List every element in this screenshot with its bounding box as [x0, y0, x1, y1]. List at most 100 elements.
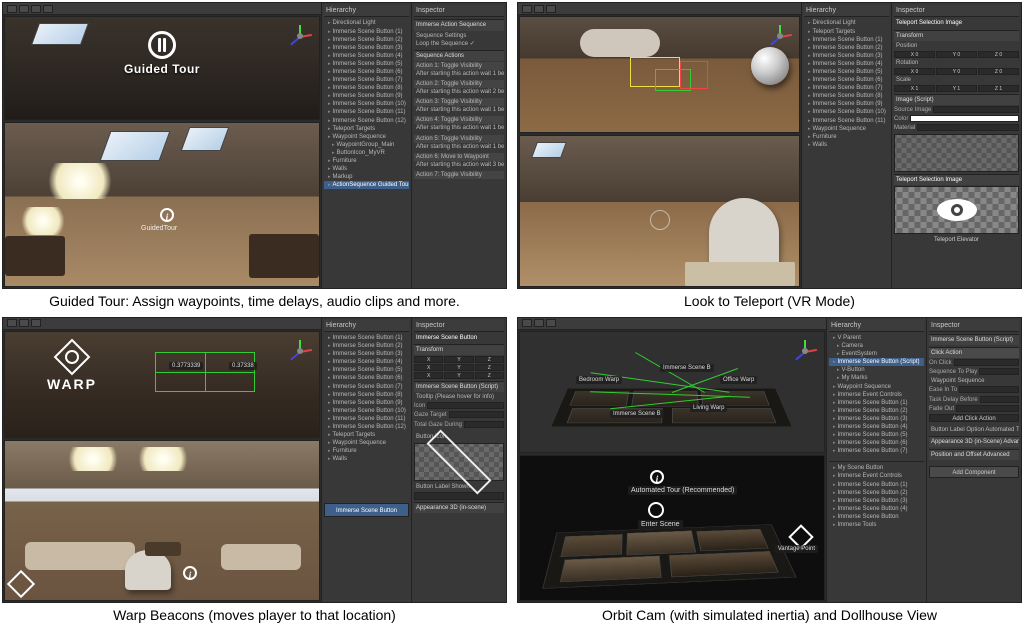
hierarchy-item[interactable]: V Parent	[829, 334, 924, 342]
hierarchy-item[interactable]: Waypoint Sequence	[324, 439, 409, 447]
hierarchy-item[interactable]: Immerse Scene Button (12)	[324, 117, 409, 125]
insp-field[interactable]: Loop the Sequence ✓	[414, 40, 504, 48]
object-name[interactable]: Immerse Scene Button	[414, 334, 504, 342]
hierarchy-item[interactable]: Immerse Scene Button (4)	[829, 505, 924, 513]
hierarchy-item[interactable]: Immerse Scene Button (2)	[829, 489, 924, 497]
tool-button[interactable]	[43, 5, 53, 13]
scene-toolbar[interactable]	[3, 3, 321, 15]
hierarchy-item[interactable]: Immerse Scene Button (8)	[804, 92, 889, 100]
hierarchy-item[interactable]: Immerse Scene Button (2)	[829, 407, 924, 415]
hierarchy-item[interactable]: Immerse Scene Button (8)	[324, 391, 409, 399]
view-gizmo[interactable]	[285, 336, 315, 366]
tool-button[interactable]	[534, 5, 544, 13]
hierarchy-item[interactable]: WaypointGroup_Main	[324, 141, 409, 149]
hierarchy-item[interactable]: Immerse Scene Button (6)	[324, 374, 409, 382]
hierarchy-item[interactable]: Immerse Scene Button (9)	[324, 92, 409, 100]
dropdown[interactable]	[954, 359, 1019, 366]
hierarchy-item[interactable]: Immerse Scene Button (1)	[324, 334, 409, 342]
hierarchy-item[interactable]: Immerse Scene Button (4)	[804, 60, 889, 68]
inspector-panel[interactable]: Inspector Immerse Scene Button (Script) …	[926, 318, 1021, 603]
hierarchy-item[interactable]: Immerse Event Controls	[829, 472, 924, 480]
vec3-input[interactable]: XYZ	[414, 356, 504, 363]
checkbox[interactable]	[956, 405, 1019, 412]
hierarchy-item[interactable]: Immerse Scene Button (1)	[804, 36, 889, 44]
hierarchy-item[interactable]: Immerse Scene Button (6)	[324, 68, 409, 76]
hierarchy-item[interactable]: Immerse Scene Button (2)	[324, 36, 409, 44]
scene-view[interactable]: Guided Tour	[4, 16, 320, 120]
object-slot[interactable]	[427, 402, 504, 409]
hierarchy-item[interactable]: Immerse Scene Button (11)	[324, 108, 409, 116]
hierarchy-item[interactable]: Immerse Scene Button (10)	[324, 407, 409, 415]
hierarchy-item[interactable]: Immerse Scene Button (5)	[829, 431, 924, 439]
hierarchy-item[interactable]: Walls	[324, 455, 409, 463]
hierarchy-item[interactable]: Directional Light	[324, 19, 409, 27]
hierarchy-item[interactable]: Directional Light	[804, 19, 889, 27]
action-row[interactable]: Action 7: Toggle Visibility	[414, 171, 504, 179]
image-script-header[interactable]: Image (Script)	[894, 94, 1019, 105]
game-view[interactable]	[519, 135, 800, 287]
hierarchy-item[interactable]: Immerse Scene Button (10)	[324, 100, 409, 108]
hierarchy-item[interactable]: Waypoint Sequence	[829, 383, 924, 391]
script-header[interactable]: Immerse Scene Button (Script)	[929, 334, 1019, 345]
hierarchy-panel[interactable]: Hierarchy V Parent Camera EventSystem Im…	[826, 318, 926, 603]
action-row[interactable]: Action 4: Toggle Visibility	[414, 116, 504, 124]
vec3-input[interactable]: X 0Y 0Z 0	[894, 51, 1019, 58]
tool-button[interactable]	[546, 5, 556, 13]
vec3-input[interactable]: X 1Y 1Z 1	[894, 85, 1019, 92]
appearance-header[interactable]: Appearance 3D (in-scene)	[414, 502, 504, 513]
object-slot[interactable]	[979, 368, 1019, 375]
hierarchy-panel[interactable]: Hierarchy Immerse Scene Button (1) Immer…	[321, 318, 411, 603]
tool-button[interactable]	[522, 319, 532, 327]
position-header[interactable]: Position and Offset Advanced	[929, 449, 1019, 460]
hierarchy-item[interactable]: Immerse Scene Button (6)	[829, 439, 924, 447]
scene-toolbar[interactable]	[3, 318, 321, 330]
hierarchy-item[interactable]: Immerse Scene Button (5)	[324, 60, 409, 68]
hierarchy-item[interactable]: Walls	[804, 141, 889, 149]
hierarchy-item[interactable]: Furniture	[324, 157, 409, 165]
game-view[interactable]: i Automated Tour (Recommended) Enter Sce…	[519, 455, 825, 601]
view-gizmo[interactable]	[285, 21, 315, 51]
add-action-button[interactable]: Add Click Action	[929, 414, 1019, 422]
tool-button[interactable]	[19, 319, 29, 327]
orbit-menu-item[interactable]: Enter Scene	[638, 520, 683, 529]
tool-button[interactable]	[7, 5, 17, 13]
orbit-menu-item[interactable]: Automated Tour (Recommended)	[628, 486, 737, 495]
hierarchy-item[interactable]: ButtonIcon_MyVR	[324, 149, 409, 157]
object-name[interactable]: Teleport Selection Image	[894, 19, 1019, 27]
hierarchy-item[interactable]: Immerse Scene Button (8)	[324, 84, 409, 92]
hierarchy-item[interactable]: Immerse Scene Button (3)	[829, 415, 924, 423]
hierarchy-item[interactable]: Immerse Scene Button (12)	[324, 423, 409, 431]
hierarchy-item[interactable]: Immerse Scene Button (6)	[804, 76, 889, 84]
click-action-header[interactable]: Click Action	[929, 347, 1019, 358]
tool-button[interactable]	[31, 319, 41, 327]
hierarchy-item[interactable]: Immerse Scene Button (1)	[829, 481, 924, 489]
hierarchy-item[interactable]: My Scene Button	[829, 464, 924, 472]
tool-button[interactable]	[7, 319, 17, 327]
scene-view[interactable]	[519, 16, 800, 133]
hierarchy-item[interactable]: EventSystem	[829, 350, 924, 358]
tool-button[interactable]	[522, 5, 532, 13]
hierarchy-item[interactable]: Immerse Scene Button (3)	[324, 44, 409, 52]
hierarchy-panel[interactable]: Hierarchy Directional Light Immerse Scen…	[321, 3, 411, 288]
transform-header[interactable]: Transform	[894, 30, 1019, 41]
object-slot[interactable]	[933, 106, 1019, 113]
action-row[interactable]: Action 5: Toggle Visibility	[414, 135, 504, 143]
action-row[interactable]: Action 6: Move to Waypoint	[414, 153, 504, 161]
hierarchy-item[interactable]: My Marks	[829, 374, 924, 382]
scene-view[interactable]: Bedroom Warp Immerse Scene B Office Warp…	[519, 331, 825, 453]
action-row[interactable]: Action 3: Toggle Visibility	[414, 98, 504, 106]
add-component-button[interactable]: Add Component	[929, 466, 1019, 478]
object-slot[interactable]	[449, 411, 504, 418]
script-header[interactable]: Immerse Scene Button (Script)	[414, 381, 504, 392]
hierarchy-item[interactable]: Immerse Scene Button	[829, 513, 924, 521]
inspector-panel[interactable]: Inspector Immerse Scene Button Transform…	[411, 318, 506, 603]
hierarchy-item[interactable]: Immerse Scene Button (1)	[829, 399, 924, 407]
hierarchy-item[interactable]: Immerse Event Controls	[829, 391, 924, 399]
game-view[interactable]: i GuidedTour	[4, 122, 320, 287]
hierarchy-item[interactable]: Immerse Scene Button (2)	[804, 44, 889, 52]
tool-button[interactable]	[31, 5, 41, 13]
tool-button[interactable]	[546, 319, 556, 327]
view-gizmo[interactable]	[765, 21, 795, 51]
vec3-input[interactable]: X 0Y 0Z 0	[894, 68, 1019, 75]
number-input[interactable]	[959, 386, 1019, 393]
